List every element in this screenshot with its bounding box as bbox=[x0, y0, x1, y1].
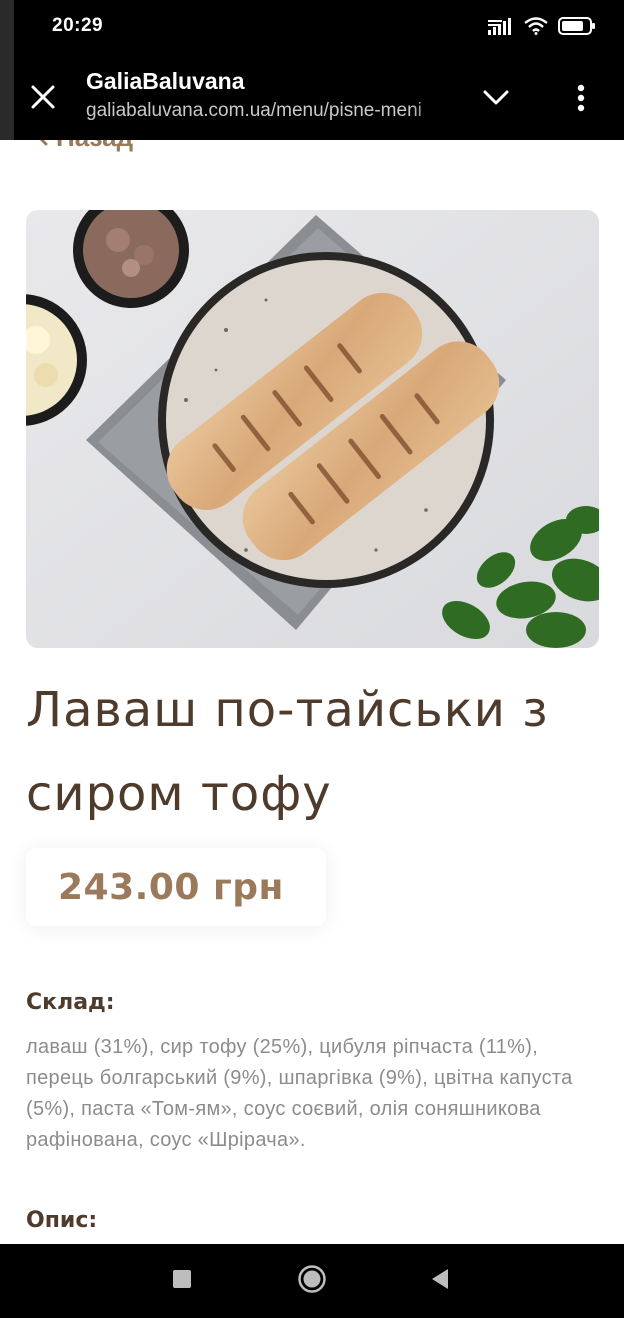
chevron-down-icon bbox=[483, 90, 509, 105]
status-icons bbox=[488, 16, 596, 40]
recent-apps-icon bbox=[172, 1269, 192, 1293]
composition-label: Склад: bbox=[26, 990, 115, 1015]
description-label: Опис: bbox=[26, 1208, 98, 1233]
back-button[interactable] bbox=[417, 1258, 463, 1304]
toolbar-layer: GaliaBaluvana galiabaluvana.com.ua/menu/… bbox=[0, 54, 624, 140]
site-title-layer: GaliaBaluvana bbox=[86, 68, 245, 94]
price-box: 243.00 грн bbox=[26, 848, 326, 926]
status-time: 20:29 bbox=[52, 15, 104, 36]
product-image bbox=[26, 210, 599, 648]
more-vertical-icon bbox=[577, 84, 585, 112]
signal-icon bbox=[488, 17, 514, 39]
more-options-button-layer[interactable] bbox=[560, 76, 602, 120]
close-button-layer[interactable] bbox=[22, 76, 64, 118]
site-url-layer[interactable]: galiabaluvana.com.ua/menu/pisne-meni bbox=[86, 100, 452, 122]
status-bar: 20:29 bbox=[0, 0, 624, 54]
home-icon bbox=[297, 1264, 327, 1298]
navigation-bar bbox=[0, 1244, 624, 1318]
window-edge-top bbox=[0, 0, 14, 140]
home-button[interactable] bbox=[289, 1258, 335, 1304]
page-title: Лаваш по-тайськи з сиром тофу bbox=[26, 682, 549, 822]
recent-apps-button[interactable] bbox=[159, 1258, 205, 1304]
close-icon bbox=[31, 85, 55, 109]
battery-icon bbox=[558, 17, 596, 39]
wifi-icon bbox=[524, 17, 548, 39]
back-icon bbox=[430, 1268, 450, 1294]
url-fade-layer bbox=[410, 100, 454, 126]
price: 243.00 грн bbox=[58, 866, 284, 908]
dropdown-button-layer[interactable] bbox=[474, 76, 518, 120]
composition-text: лаваш (31%), сир тофу (25%), цибуля ріпч… bbox=[26, 1036, 573, 1151]
